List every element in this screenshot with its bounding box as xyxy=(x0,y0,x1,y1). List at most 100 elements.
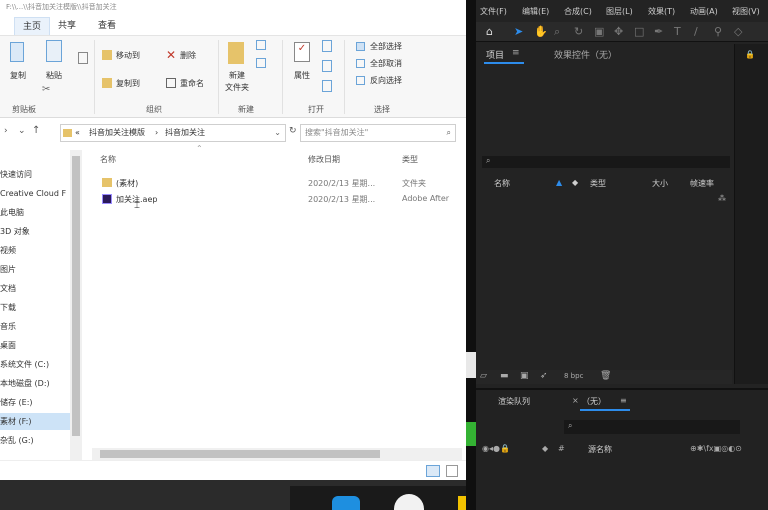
copy-to-icon[interactable] xyxy=(102,78,112,88)
tab-share[interactable]: 共享 xyxy=(52,17,82,35)
tab-none[interactable]: （无） xyxy=(582,396,606,407)
column-name[interactable]: 名称 xyxy=(494,178,510,189)
nav-item[interactable]: 此电脑 xyxy=(0,204,70,221)
details-view-icon[interactable] xyxy=(426,465,440,477)
nav-item[interactable]: Creative Cloud F xyxy=(0,185,70,202)
nav-item[interactable]: 本地磁盘 (D:) xyxy=(0,375,70,392)
brush-tool-icon[interactable]: / xyxy=(694,25,698,38)
shape-tool-icon[interactable]: □ xyxy=(634,25,644,38)
breadcrumb-parent[interactable]: 抖音加关注模版 xyxy=(89,125,145,141)
new-folder-button[interactable]: 新建 文件夹 xyxy=(222,70,252,94)
menu-effect[interactable]: 效果(T) xyxy=(648,6,675,17)
tab-render-queue[interactable]: 渲染队列 xyxy=(498,396,530,407)
tab-file[interactable] xyxy=(0,17,2,35)
nav-item[interactable]: 文档 xyxy=(0,280,70,297)
nav-item[interactable]: 图片 xyxy=(0,261,70,278)
invert-selection-button[interactable]: 反向选择 xyxy=(370,75,402,86)
nav-item[interactable]: 下载 xyxy=(0,299,70,316)
app-icon[interactable] xyxy=(458,496,466,510)
selection-tool-icon[interactable]: ➤ xyxy=(514,25,523,38)
new-composition-icon[interactable]: ▣ xyxy=(520,371,529,381)
tab-effect-controls[interactable]: 效果控件（无） xyxy=(554,48,617,61)
flowchart-icon[interactable]: ⁂ xyxy=(718,194,726,203)
menu-composition[interactable]: 合成(C) xyxy=(564,6,592,17)
menu-animation[interactable]: 动画(A) xyxy=(690,6,718,17)
column-source-name[interactable]: 源名称 xyxy=(588,444,612,455)
tab-project[interactable]: 项目 xyxy=(486,48,504,61)
home-icon[interactable]: ⌂ xyxy=(486,25,493,38)
label-icon[interactable]: ◆ xyxy=(572,178,578,187)
trash-icon[interactable]: 🗑 xyxy=(600,371,611,381)
menu-file[interactable]: 文件(F) xyxy=(480,6,507,17)
breadcrumb-current[interactable]: 抖音加关注 xyxy=(165,125,205,141)
nav-scroll-thumb[interactable] xyxy=(72,156,80,436)
up-icon[interactable]: ↑ xyxy=(32,125,40,136)
menu-view[interactable]: 视图(V) xyxy=(732,6,760,17)
app-icon[interactable] xyxy=(332,496,360,510)
av-switch-icons[interactable]: ◉◂●🔒 xyxy=(482,444,510,453)
timeline-search-input[interactable]: ⌕ xyxy=(564,420,740,434)
horizontal-scrollbar[interactable] xyxy=(92,448,462,460)
new-item-icon[interactable] xyxy=(256,40,266,50)
scroll-thumb[interactable] xyxy=(100,450,380,458)
address-field[interactable]: « 抖音加关注模版 › 抖音加关注 ⌄ xyxy=(60,124,286,142)
invert-selection-icon[interactable] xyxy=(356,76,365,85)
column-size[interactable]: 大小 xyxy=(652,178,668,189)
select-none-button[interactable]: 全部取消 xyxy=(370,58,402,69)
tab-home[interactable]: 主页 xyxy=(14,17,50,35)
column-type[interactable]: 类型 xyxy=(402,154,418,165)
properties-button[interactable]: 属性 xyxy=(294,70,310,81)
nav-item[interactable]: 视频 xyxy=(0,242,70,259)
properties-icon[interactable]: ✓ xyxy=(294,42,310,62)
select-all-icon[interactable] xyxy=(356,42,365,51)
type-tool-icon[interactable]: T xyxy=(674,25,681,38)
bpc-label[interactable]: 8 bpc xyxy=(564,372,583,380)
open-icon[interactable] xyxy=(322,40,332,52)
project-search-input[interactable]: ⌕ xyxy=(482,156,730,168)
copy-to-button[interactable]: 复制到 xyxy=(116,78,140,89)
delete-icon[interactable]: ✕ xyxy=(166,48,176,62)
pan-tool-icon[interactable]: ✥ xyxy=(614,25,623,38)
menu-edit[interactable]: 编辑(E) xyxy=(522,6,549,17)
nav-item[interactable]: 快速访问 xyxy=(0,166,70,183)
stamp-tool-icon[interactable]: ⚲ xyxy=(714,25,722,38)
nav-item[interactable]: 素材 (F:) xyxy=(0,413,70,430)
delete-button[interactable]: 删除 xyxy=(180,50,196,61)
rename-icon[interactable] xyxy=(166,78,176,88)
zoom-tool-icon[interactable]: ⌕ xyxy=(554,25,560,39)
recent-dropdown-icon[interactable]: ⌄ xyxy=(18,126,26,136)
column-type[interactable]: 类型 xyxy=(590,178,606,189)
pen-tool-icon[interactable]: ✒ xyxy=(654,25,663,38)
new-folder-icon[interactable]: ▬ xyxy=(500,371,509,381)
move-to-button[interactable]: 移动到 xyxy=(116,50,140,61)
select-none-icon[interactable] xyxy=(356,59,365,68)
adjust-icon[interactable]: ➶ xyxy=(540,371,548,381)
column-frame-rate[interactable]: 帧速率 xyxy=(690,178,714,189)
copy-icon[interactable] xyxy=(10,42,24,62)
file-row[interactable]: (素材) 2020/2/13 星期... 文件夹 xyxy=(82,177,466,191)
interpret-footage-icon[interactable]: ▱ xyxy=(480,371,487,381)
select-all-button[interactable]: 全部选择 xyxy=(370,41,402,52)
nav-scrollbar[interactable] xyxy=(70,150,82,460)
menu-layer[interactable]: 图层(L) xyxy=(606,6,633,17)
rename-button[interactable]: 重命名 xyxy=(180,78,204,89)
history-icon[interactable] xyxy=(322,80,332,92)
lock-icon[interactable]: 🔒 xyxy=(745,50,755,59)
panel-menu-icon[interactable]: ≡ xyxy=(620,396,627,405)
nav-item[interactable]: 储存 (E:) xyxy=(0,394,70,411)
panel-menu-icon[interactable]: ≡ xyxy=(512,48,520,58)
nav-item[interactable]: 3D 对象 xyxy=(0,223,70,240)
rotate-tool-icon[interactable]: ↻ xyxy=(574,25,583,38)
back-icon[interactable]: › xyxy=(4,126,8,136)
new-folder-icon[interactable] xyxy=(228,42,244,64)
search-icon[interactable]: ⌕ xyxy=(447,125,451,141)
move-to-icon[interactable] xyxy=(102,50,112,60)
nav-item[interactable]: 系统文件 (C:) xyxy=(0,356,70,373)
column-name[interactable]: 名称 xyxy=(100,154,116,165)
hand-tool-icon[interactable]: ✋ xyxy=(534,25,548,38)
edit-icon[interactable] xyxy=(322,60,332,72)
nav-item[interactable]: 杂乱 (G:) xyxy=(0,432,70,449)
close-icon[interactable]: × xyxy=(572,396,579,405)
column-date[interactable]: 修改日期 xyxy=(308,154,340,165)
breadcrumb-overflow[interactable]: « xyxy=(75,125,80,141)
